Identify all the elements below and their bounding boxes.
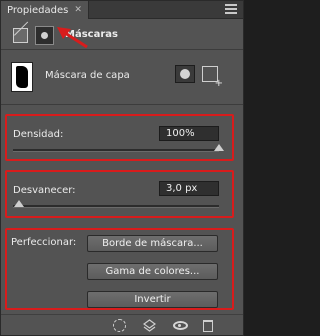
mask-mode-icon[interactable] [35,26,54,45]
annotation-arrow [57,27,88,49]
divider [1,104,243,105]
properties-header: Máscaras [1,20,243,50]
density-label: Densidad: [13,129,64,140]
eye-icon[interactable] [173,321,188,330]
properties-panel: Propiedades ✕ Máscaras Máscara de capa D… [0,0,244,336]
mask-thumbnail[interactable] [11,62,33,92]
adjustments-icon[interactable] [13,28,28,43]
feather-field[interactable]: 3,0 px [159,181,219,196]
vector-mask-icon[interactable] [202,66,223,89]
feather-slider-track[interactable] [13,205,219,208]
apply-mask-icon[interactable] [143,319,156,332]
close-icon[interactable]: ✕ [74,5,82,15]
density-field[interactable]: 100% [159,126,219,141]
mask-edge-button[interactable]: Borde de máscara... [87,235,218,252]
density-slider-thumb[interactable] [214,144,224,151]
bottom-toolbar [1,314,243,335]
tab-label: Propiedades [7,4,69,16]
tab-bar: Propiedades ✕ [1,1,243,19]
color-range-button[interactable]: Gama de colores... [87,263,218,280]
feather-label: Desvanecer: [13,185,76,196]
refine-label: Perfeccionar: [11,237,77,248]
mask-type-label: Máscara de capa [45,70,130,81]
invert-button[interactable]: Invertir [87,291,218,308]
layer-mask-row: Máscara de capa [1,51,243,103]
tab-propiedades[interactable]: Propiedades ✕ [1,1,89,19]
pixel-mask-icon[interactable] [175,65,195,83]
panel-menu-icon[interactable] [225,4,237,14]
trash-icon[interactable] [203,320,213,332]
load-selection-icon[interactable] [113,319,126,332]
feather-slider-thumb[interactable] [14,200,25,207]
density-slider-track[interactable] [13,149,219,152]
